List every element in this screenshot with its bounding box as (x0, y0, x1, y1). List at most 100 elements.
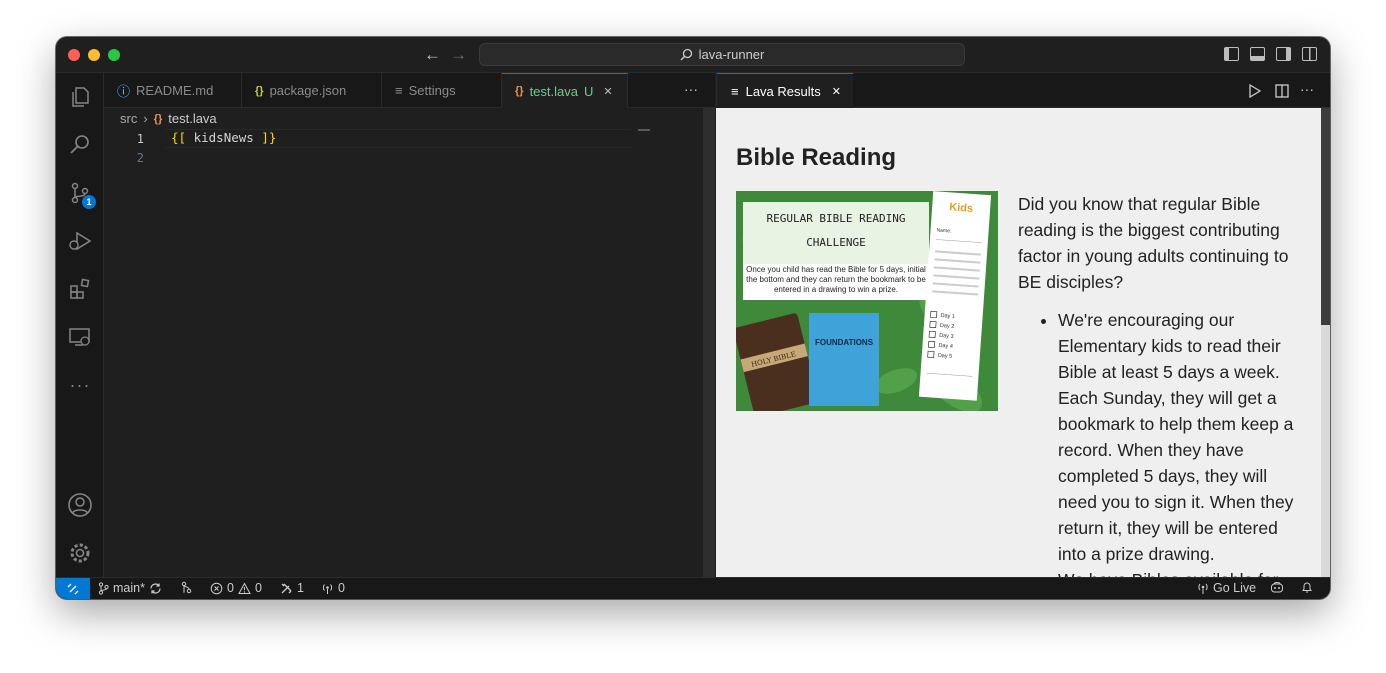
preview-tabs: ≡ Lava Results ✕ ··· (716, 73, 1330, 108)
more-views-icon[interactable]: ··· (67, 372, 93, 398)
more-actions-icon[interactable]: ··· (1300, 81, 1314, 97)
problems-status[interactable]: 0 0 (210, 581, 262, 596)
preview-icon: ≡ (731, 83, 739, 99)
preview-heading: Bible Reading (736, 144, 897, 171)
image-day-label: Day 3 (939, 333, 954, 340)
ports-status[interactable]: 0 (321, 581, 345, 596)
image-bookmark-name: Name: (936, 227, 951, 234)
line-number: 2 (136, 151, 144, 165)
tab-settings[interactable]: ≡ Settings (382, 73, 502, 108)
settings-file-icon: ≡ (395, 83, 403, 98)
copilot-icon[interactable] (1270, 581, 1284, 594)
status-bar: main* 0 0 1 0 Go Live (56, 577, 1330, 599)
breadcrumb-file[interactable]: test.lava (168, 111, 216, 126)
source-control-badge: 1 (82, 195, 96, 209)
command-center-search[interactable]: lava-runner (479, 43, 965, 66)
tab-readme[interactable]: ⓘ README.md (104, 73, 242, 108)
tab-label: README.md (136, 83, 214, 98)
breadcrumb-folder[interactable]: src (120, 111, 137, 126)
minimize-window-button[interactable] (88, 49, 100, 61)
close-tab-icon[interactable]: ✕ (603, 85, 612, 98)
code-line[interactable]: {[ kidsNews ]} (171, 130, 276, 145)
lava-variable: kidsNews (193, 130, 254, 145)
editor-tabs: ⓘ README.md {} package.json ≡ Settings {… (104, 73, 715, 108)
error-icon (210, 582, 223, 595)
remote-explorer-icon[interactable] (67, 324, 93, 350)
toggle-secondary-sidebar-icon[interactable] (1276, 47, 1291, 61)
broadcast-icon (1198, 583, 1208, 594)
go-live-button[interactable]: Go Live (1197, 581, 1256, 596)
warning-icon (238, 582, 251, 594)
tab-lava-results[interactable]: ≡ Lava Results ✕ (717, 73, 853, 108)
split-editor-icon[interactable] (1275, 84, 1289, 98)
image-bookmark-logo: Kids (949, 201, 974, 215)
list-item: We're encouraging our Elementary kids to… (1058, 307, 1308, 567)
image-day-label: Day 4 (938, 343, 953, 350)
branch-icon (98, 582, 109, 595)
source-control-graph-icon[interactable] (180, 581, 193, 594)
image-body-text: Once you child has read the Bible for 5 … (746, 265, 926, 294)
lava-results-preview: Bible Reading REGULAR BIBLE READING CHAL… (716, 108, 1321, 578)
run-icon[interactable] (1249, 84, 1261, 98)
vscode-window: ← → lava-runner 1 ··· ⓘ README.md {} pac… (56, 37, 1330, 599)
tools-status[interactable]: 1 (280, 581, 304, 596)
tab-test-lava[interactable]: {} test.lava U ✕ (502, 73, 628, 108)
branch-status[interactable]: main* (98, 581, 162, 596)
lava-open-tag: {[ (171, 130, 187, 145)
zoom-window-button[interactable] (108, 49, 120, 61)
explorer-icon[interactable] (67, 84, 93, 110)
back-arrow-icon[interactable]: ← (424, 44, 441, 66)
warning-count: 0 (254, 581, 262, 595)
tab-label: test.lava (529, 83, 578, 99)
image-book2-title: FOUNDATIONS (815, 338, 874, 347)
intro-paragraph: Did you know that regular Bible reading … (1018, 194, 1289, 292)
ports-broadcast-icon (322, 584, 333, 594)
image-day-label: Day 1 (940, 313, 955, 320)
chevron-right-icon: › (143, 111, 148, 126)
error-count: 0 (227, 581, 234, 595)
line-number: 1 (136, 132, 144, 146)
accounts-icon[interactable] (67, 492, 93, 518)
lava-file-icon: {} (153, 112, 163, 125)
image-title-line1: REGULAR BIBLE READING (766, 212, 905, 225)
activity-bar: 1 ··· (56, 73, 104, 577)
json-icon: {} (255, 84, 264, 97)
ports-count: 0 (338, 581, 345, 595)
manage-gear-icon[interactable] (67, 540, 93, 566)
search-icon (680, 48, 692, 61)
breadcrumb: src › {} test.lava (120, 111, 217, 126)
close-tab-icon[interactable]: ✕ (832, 85, 841, 98)
tab-label: Settings (408, 83, 456, 98)
tab-label: package.json (269, 83, 347, 98)
branch-name: main* (113, 581, 145, 595)
toggle-primary-sidebar-icon[interactable] (1224, 47, 1239, 61)
image-day-label: Day 5 (938, 353, 953, 360)
toggle-panel-icon[interactable] (1250, 47, 1265, 61)
tools-icon (281, 583, 292, 594)
untracked-status: U (583, 83, 594, 99)
close-window-button[interactable] (68, 49, 80, 61)
lava-close-tag: ]} (261, 130, 277, 145)
tools-count: 1 (297, 581, 304, 595)
tab-label: Lava Results (745, 83, 821, 99)
go-live-label: Go Live (1213, 581, 1257, 595)
lava-file-icon: {} (515, 85, 524, 97)
tab-package-json[interactable]: {} package.json (242, 73, 382, 108)
sync-icon[interactable] (149, 582, 162, 595)
info-icon: ⓘ (117, 84, 131, 99)
bible-reading-challenge-image: REGULAR BIBLE READING CHALLENGE Once you… (736, 191, 998, 411)
image-title-line2: CHALLENGE (806, 236, 866, 249)
command-center-label: lava-runner (698, 47, 765, 62)
run-and-debug-icon[interactable] (67, 228, 93, 254)
minimap-slider[interactable] (638, 129, 650, 131)
remote-indicator-icon[interactable] (56, 578, 90, 599)
preview-scrollbar[interactable] (1321, 108, 1330, 578)
forward-arrow-icon[interactable]: → (450, 44, 467, 66)
notifications-bell-icon[interactable] (1301, 581, 1313, 594)
more-actions-icon[interactable]: ··· (684, 81, 698, 97)
editor-scrollbar[interactable] (703, 108, 715, 578)
search-icon[interactable] (67, 132, 93, 158)
customize-layout-icon[interactable] (1302, 47, 1317, 61)
bullet-list: We're encouraging our Elementary kids to… (1058, 307, 1308, 578)
extensions-icon[interactable] (67, 276, 93, 302)
